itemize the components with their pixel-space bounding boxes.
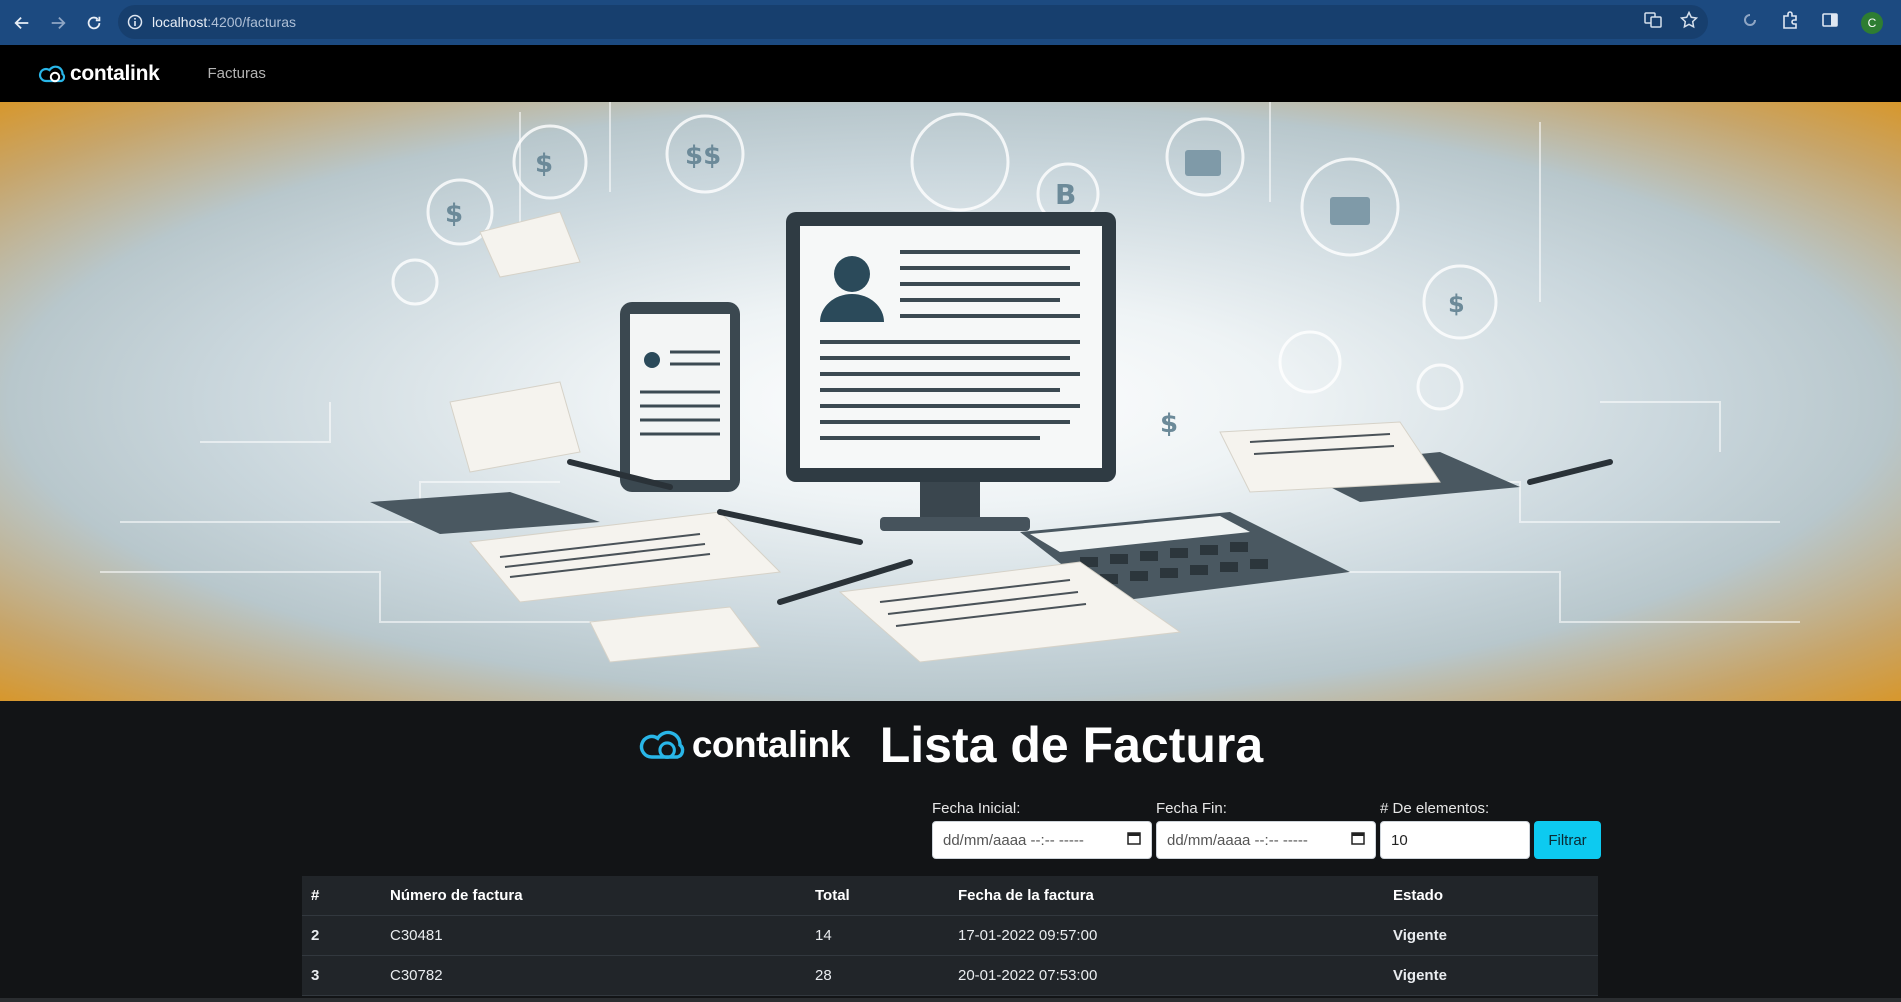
table-cell: Vigente bbox=[1393, 927, 1447, 944]
translate-icon[interactable] bbox=[1644, 11, 1662, 34]
brand-name: contalink bbox=[691, 724, 850, 765]
nav-link-facturas[interactable]: Facturas bbox=[207, 65, 265, 82]
count-input[interactable]: 10 bbox=[1380, 821, 1530, 859]
table-cell: 28 bbox=[815, 967, 832, 984]
column-header: # bbox=[311, 887, 320, 904]
table-cell: 20-01-2022 07:53:00 bbox=[958, 967, 1098, 984]
start-date-input[interactable]: dd/mm/aaaa --:-- ----- bbox=[932, 821, 1152, 859]
start-date-field-group: Fecha Inicial: dd/mm/aaaa --:-- ----- bbox=[932, 800, 1152, 859]
svg-text:$: $ bbox=[535, 149, 553, 179]
svg-text:$: $ bbox=[445, 199, 463, 229]
profile-avatar[interactable]: C bbox=[1861, 11, 1883, 34]
cloud-logo-icon bbox=[639, 730, 685, 759]
column-header: Fecha de la factura bbox=[958, 887, 1094, 904]
calendar-icon[interactable] bbox=[1351, 831, 1365, 849]
count-value: 10 bbox=[1391, 831, 1408, 849]
svg-text:$$: $$ bbox=[685, 141, 721, 171]
app-navbar: contalink Facturas bbox=[0, 45, 1901, 102]
table-header-row: # Número de factura Total Fecha de la fa… bbox=[302, 876, 1598, 916]
page-brand: contalink bbox=[638, 724, 850, 766]
table-cell: 3 bbox=[311, 967, 320, 984]
table-cell: 17-01-2022 09:57:00 bbox=[958, 927, 1098, 944]
end-date-input[interactable]: dd/mm/aaaa --:-- ----- bbox=[1156, 821, 1376, 859]
site-info-icon[interactable] bbox=[118, 14, 152, 30]
start-date-label: Fecha Inicial: bbox=[932, 800, 1021, 817]
side-panel-icon[interactable] bbox=[1821, 11, 1839, 34]
horizontal-scrollbar[interactable] bbox=[0, 998, 1901, 1002]
svg-text:B: B bbox=[1055, 178, 1076, 211]
svg-text:$: $ bbox=[1448, 290, 1465, 318]
invoices-table: # Número de factura Total Fecha de la fa… bbox=[302, 876, 1598, 996]
svg-text:$: $ bbox=[1160, 409, 1178, 439]
table-cell: Vigente bbox=[1393, 967, 1447, 984]
filter-bar: Fecha Inicial: dd/mm/aaaa --:-- ----- Fe… bbox=[932, 800, 1601, 859]
table-row[interactable]: 3 C30782 28 20-01-2022 07:53:00 Vigente bbox=[302, 956, 1598, 996]
bookmark-star-icon[interactable] bbox=[1679, 10, 1699, 34]
end-date-label: Fecha Fin: bbox=[1156, 800, 1227, 817]
page-header: contalink Lista de Factura bbox=[0, 712, 1901, 778]
back-icon[interactable] bbox=[4, 5, 40, 41]
end-date-placeholder: dd/mm/aaaa --:-- ----- bbox=[1167, 831, 1308, 849]
count-field-group: # De elementos: 10 bbox=[1380, 800, 1530, 859]
calendar-icon[interactable] bbox=[1127, 831, 1141, 849]
table-cell: 14 bbox=[815, 927, 832, 944]
reload-icon[interactable] bbox=[76, 5, 112, 41]
column-header: Número de factura bbox=[390, 887, 523, 904]
end-date-field-group: Fecha Fin: dd/mm/aaaa --:-- ----- bbox=[1156, 800, 1376, 859]
count-label: # De elementos: bbox=[1380, 800, 1490, 817]
navbar-brand[interactable]: contalink bbox=[38, 61, 160, 86]
extensions-puzzle-icon[interactable] bbox=[1781, 11, 1799, 34]
start-date-placeholder: dd/mm/aaaa --:-- ----- bbox=[943, 831, 1084, 849]
column-header: Total bbox=[815, 887, 850, 904]
forward-icon[interactable] bbox=[40, 5, 76, 41]
extension-loading-icon[interactable] bbox=[1741, 11, 1759, 34]
brand-name: contalink bbox=[70, 61, 160, 85]
address-bar[interactable]: localhost:4200/facturas bbox=[118, 5, 1708, 39]
table-cell: C30481 bbox=[390, 927, 443, 944]
browser-toolbar: localhost:4200/facturas C bbox=[0, 0, 1901, 45]
hero-banner-image: $ $$ B $ $ $ bbox=[0, 102, 1901, 701]
table-cell: C30782 bbox=[390, 967, 443, 984]
page-title: Lista de Factura bbox=[879, 717, 1264, 773]
cloud-logo-icon bbox=[38, 65, 66, 82]
table-cell: 2 bbox=[311, 927, 320, 944]
url-text: localhost:4200/facturas bbox=[152, 14, 296, 30]
filter-button[interactable]: Filtrar bbox=[1534, 821, 1601, 859]
column-header: Estado bbox=[1393, 887, 1444, 904]
table-row[interactable]: 2 C30481 14 17-01-2022 09:57:00 Vigente bbox=[302, 916, 1598, 956]
